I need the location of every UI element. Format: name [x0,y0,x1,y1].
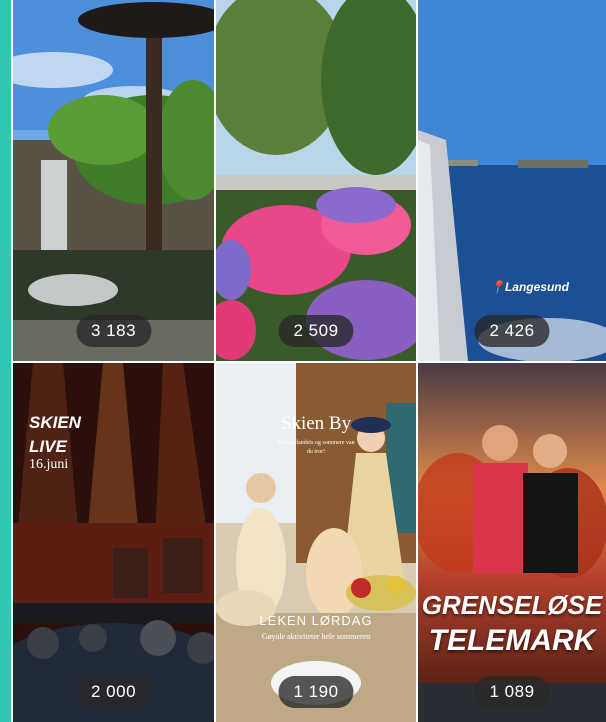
view-count: 2 426 [474,315,550,347]
telemark-title-line1: GRENSELØSE [421,590,603,620]
telemark-thumbnail [418,363,606,722]
telemark-title-line2: TELEMARK [428,624,596,657]
flowers-thumbnail [216,0,416,361]
boat-sea-thumbnail [418,0,606,361]
event-title-line1: SKIEN [29,413,81,432]
reels-grid: 3 183 2 509 📍Langesund 2 426 SKIEN LIVE … [13,0,606,722]
waterfall-thumbnail [13,0,214,361]
reel-tile[interactable]: 2 509 [216,0,416,361]
reel-tile[interactable]: 📍Langesund 2 426 [418,0,606,361]
edge-accent-strip [0,0,11,722]
event-date: 16.juni [29,457,69,472]
reel-tile[interactable]: GRENSELØSE TELEMARK 1 089 [418,363,606,722]
leken-lordag-subtitle: Gøyale aktiviteter hele sommeren [261,632,371,641]
view-count: 1 089 [474,676,550,708]
location-caption: 📍Langesund [490,280,569,294]
view-count: 1 190 [278,676,354,708]
view-count: 3 183 [75,315,152,347]
view-count: 2 509 [278,315,354,347]
reel-tile[interactable]: Skien By Eventyrlandets og sommere van d… [216,363,416,722]
event-title-line2: LIVE [29,437,67,456]
event-caption: SKIEN LIVE 16.juni [29,413,81,473]
skien-tagline: Eventyrlandets og sommere van du tror! [277,440,355,455]
telemark-title: GRENSELØSE TELEMARK [418,587,606,659]
view-count: 2 000 [75,676,152,708]
skien-title: Skien By [280,413,352,434]
leken-lordag-title: Leken lørdag [259,613,373,628]
reel-tile[interactable]: 3 183 [13,0,214,361]
reel-tile[interactable]: SKIEN LIVE 16.juni 2 000 [13,363,214,722]
